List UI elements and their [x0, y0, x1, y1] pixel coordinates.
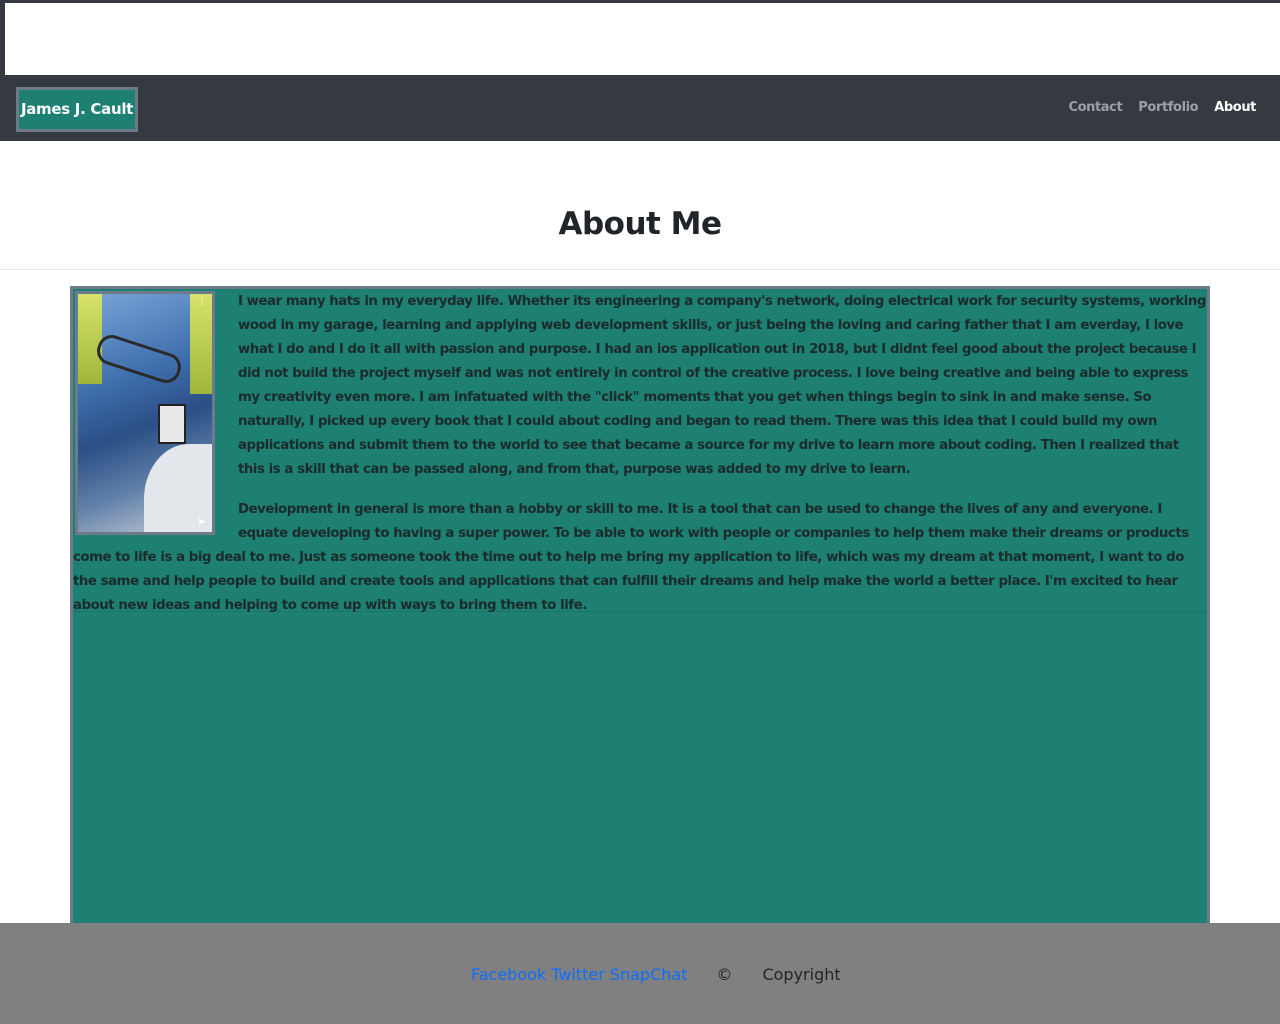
more-vertical-icon: ⋮	[197, 296, 207, 307]
top-blank-strip	[0, 0, 1280, 75]
about-text: I wear many hats in my everyday life. Wh…	[73, 289, 1207, 618]
title-divider	[0, 269, 1280, 270]
nav-link-contact[interactable]: Contact	[1068, 100, 1122, 115]
profile-photo: ⋮ ➤	[75, 291, 215, 535]
footer: Facebook Twitter SnapChat © Copyright	[0, 923, 1280, 1024]
photo-badge-shape	[158, 404, 186, 444]
page-title: About Me	[558, 206, 722, 242]
about-body: ⋮ ➤ I wear many hats in my everyday life…	[73, 289, 1207, 613]
photo-glasses-shape	[93, 331, 185, 387]
copyright-symbol: ©	[716, 965, 733, 984]
snapchat-link[interactable]: SnapChat	[610, 965, 688, 984]
nav-link-about[interactable]: About	[1214, 100, 1256, 115]
about-paragraph: I wear many hats in my everyday life. Wh…	[238, 294, 1206, 477]
copyright-text: Copyright	[762, 965, 841, 984]
brand-logo-link[interactable]: James J. Cault	[16, 87, 138, 132]
nav-link-portfolio[interactable]: Portfolio	[1138, 100, 1198, 115]
play-icon: ➤	[196, 515, 206, 528]
about-card: ⋮ ➤ I wear many hats in my everyday life…	[70, 286, 1210, 936]
nav-links: Contact Portfolio About	[1068, 100, 1256, 115]
twitter-link[interactable]: Twitter	[551, 965, 605, 984]
about-paragraph: Development in general is more than a ho…	[73, 502, 1189, 613]
photo-vest-shape	[190, 294, 212, 394]
navbar: James J. Cault Contact Portfolio About	[0, 75, 1280, 141]
footer-row: Facebook Twitter SnapChat © Copyright	[471, 965, 841, 984]
facebook-link[interactable]: Facebook	[471, 965, 546, 984]
photo-vest-shape	[78, 294, 102, 384]
